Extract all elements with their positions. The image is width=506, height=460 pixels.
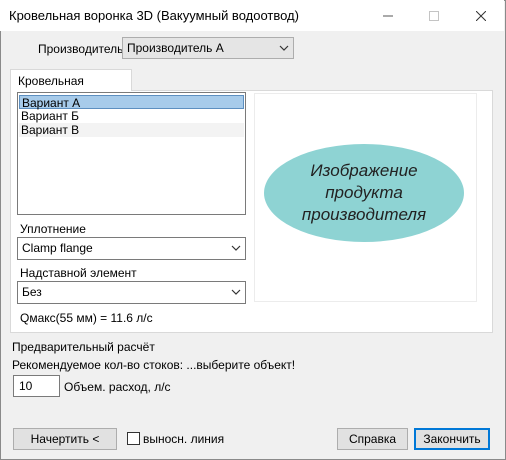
leader-line-label: выносн. линия (143, 432, 225, 446)
flow-input[interactable]: 10 (13, 375, 60, 397)
maximize-button (411, 0, 457, 31)
extension-select[interactable]: Без (17, 281, 246, 304)
qmax-text: Qмакс(55 мм) = 11.6 л/с (20, 311, 153, 325)
chevron-down-icon (231, 245, 241, 251)
caption-line: продукта (325, 183, 403, 202)
chevron-down-icon (279, 45, 289, 51)
manufacturer-select[interactable]: Производитель А (122, 37, 294, 59)
list-item[interactable]: Вариант А (19, 95, 244, 110)
minimize-button[interactable] (365, 0, 411, 31)
seal-value: Clamp flange (22, 241, 93, 255)
caption-line: производителя (301, 205, 427, 224)
flow-value: 10 (19, 379, 33, 393)
product-image-caption: Изображение продукта производителя (264, 160, 464, 226)
help-button[interactable]: Справка (337, 428, 408, 450)
draw-button[interactable]: Начертить < (13, 428, 117, 450)
caption-line: Изображение (310, 161, 418, 180)
maximize-icon (429, 10, 439, 21)
extension-value: Без (22, 285, 42, 299)
finish-button[interactable]: Закончить (414, 428, 490, 450)
list-item[interactable]: Вариант Б (19, 109, 244, 123)
window-title: Кровельная воронка 3D (Вакуумный водоотв… (9, 8, 299, 23)
chevron-down-icon (231, 289, 241, 295)
seal-label: Уплотнение (20, 222, 86, 236)
precalc-title: Предварительный расчёт (12, 340, 155, 354)
list-item[interactable]: Вариант В (19, 123, 244, 137)
variant-list[interactable]: Вариант А Вариант Б Вариант В (17, 92, 246, 215)
flow-label: Объем. расход, л/с (64, 380, 171, 394)
minimize-icon (383, 15, 393, 16)
close-button[interactable] (458, 0, 504, 31)
tab-roof-drain[interactable]: Кровельная воронка (10, 69, 132, 102)
manufacturer-value: Производитель А (127, 41, 224, 55)
leader-line-checkbox[interactable] (127, 432, 140, 445)
title-bar: Кровельная воронка 3D (Вакуумный водоотв… (0, 0, 504, 31)
manufacturer-label: Производитель (38, 42, 124, 56)
seal-select[interactable]: Clamp flange (17, 237, 246, 260)
recommend-text: Рекомендуемое кол-во стоков: ...выберите… (12, 358, 296, 372)
extension-label: Надставной элемент (20, 266, 137, 280)
close-icon (476, 10, 486, 21)
